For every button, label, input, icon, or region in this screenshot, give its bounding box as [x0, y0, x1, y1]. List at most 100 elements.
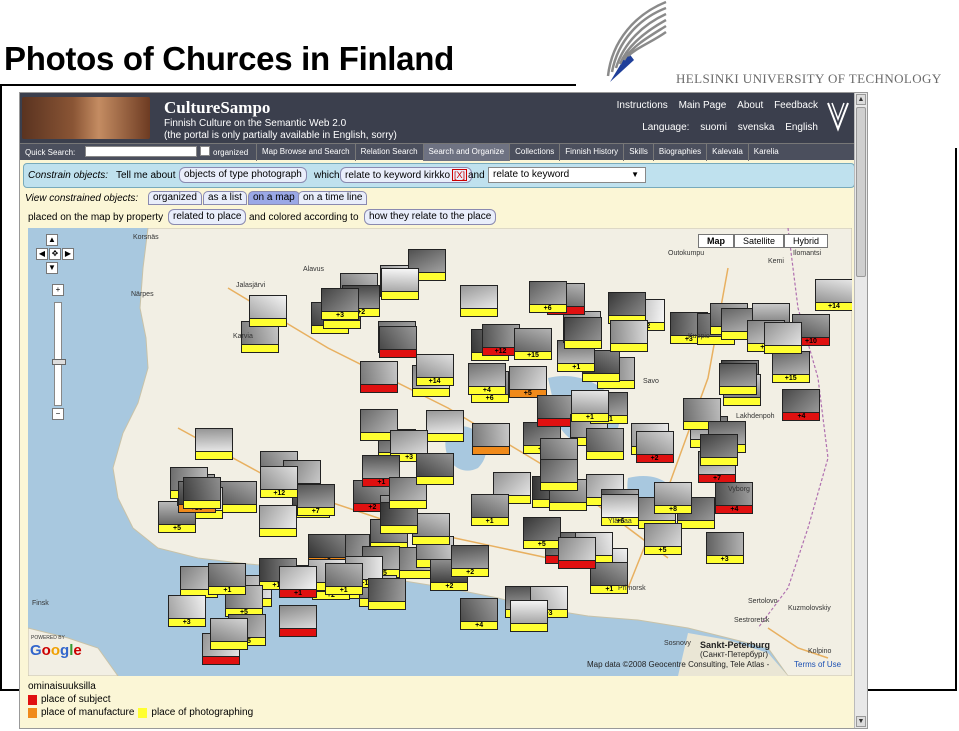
photo-marker[interactable]: [378, 326, 417, 359]
photo-marker[interactable]: [259, 505, 298, 538]
google-logo[interactable]: Google: [30, 642, 82, 659]
photo-marker[interactable]: +2: [451, 545, 490, 577]
photo-marker[interactable]: +5: [643, 522, 682, 555]
photo-marker[interactable]: [459, 285, 498, 318]
tab-collections[interactable]: Collections: [509, 144, 559, 161]
terms-of-use-link[interactable]: Terms of Use: [794, 660, 841, 669]
zoom-slider-handle[interactable]: [52, 359, 66, 365]
map-type-satellite-button[interactable]: Satellite: [734, 234, 785, 248]
tab-map-browse[interactable]: Map Browse and Search: [256, 144, 355, 161]
keyword-kirkko-pill[interactable]: relate to keyword kirkko [X]: [340, 167, 473, 183]
photo-marker[interactable]: +15: [771, 351, 810, 384]
photo-marker[interactable]: [368, 577, 407, 610]
zoom-out-icon[interactable]: −: [52, 408, 64, 420]
quick-search-input[interactable]: [85, 146, 197, 157]
tab-relation-search[interactable]: Relation Search: [354, 144, 423, 161]
link-main-page[interactable]: Main Page: [679, 100, 727, 111]
photo-marker[interactable]: +8: [653, 482, 692, 515]
photo-marker[interactable]: [610, 320, 649, 353]
photo-thumbnail: [415, 353, 454, 378]
view-tab-organized[interactable]: organized: [148, 191, 202, 205]
view-tab-time-line[interactable]: on a time line: [298, 191, 368, 205]
scroll-down-icon[interactable]: ▼: [856, 716, 866, 727]
pan-right-icon[interactable]: ▶: [62, 248, 74, 260]
photo-marker[interactable]: +1: [324, 563, 363, 596]
photo-marker[interactable]: [699, 434, 738, 467]
photo-marker[interactable]: +5: [522, 517, 561, 550]
photo-thumbnail: [764, 321, 803, 346]
photo-marker[interactable]: +1: [279, 565, 318, 598]
zoom-in-icon[interactable]: +: [52, 284, 64, 296]
link-instructions[interactable]: Instructions: [617, 100, 668, 111]
photo-marker[interactable]: [194, 428, 233, 461]
type-photograph-pill[interactable]: objects of type photograph: [179, 167, 307, 183]
map-type-hybrid-button[interactable]: Hybrid: [784, 234, 829, 248]
photo-marker[interactable]: [472, 422, 511, 455]
photo-marker[interactable]: +7: [296, 483, 335, 516]
photo-marker[interactable]: +3: [320, 287, 359, 320]
photo-marker[interactable]: +3: [705, 532, 744, 565]
tab-karelia[interactable]: Karelia: [747, 144, 784, 161]
page-scrollbar[interactable]: ▲ ▼: [854, 93, 867, 728]
link-about[interactable]: About: [737, 100, 763, 111]
photo-marker[interactable]: [359, 361, 398, 394]
tab-search-and-organize[interactable]: Search and Organize: [422, 144, 510, 161]
tab-biographies[interactable]: Biographies: [652, 144, 706, 161]
tab-finnish-history[interactable]: Finnish History: [559, 144, 623, 161]
photo-marker[interactable]: +5: [508, 366, 547, 399]
photo-marker[interactable]: +14: [814, 278, 852, 311]
photo-marker[interactable]: +6: [528, 280, 567, 313]
photo-marker[interactable]: [381, 268, 420, 301]
scroll-up-icon[interactable]: ▲: [856, 94, 866, 105]
photo-marker[interactable]: +4: [782, 388, 821, 421]
photo-marker[interactable]: [248, 294, 287, 327]
photo-marker[interactable]: [718, 363, 757, 396]
remove-keyword-button[interactable]: [X]: [452, 169, 468, 181]
link-feedback[interactable]: Feedback: [774, 100, 818, 111]
photo-marker[interactable]: +2: [635, 430, 674, 463]
photo-marker[interactable]: [416, 452, 455, 485]
tab-kalevala[interactable]: Kalevala: [706, 144, 748, 161]
property-pill[interactable]: related to place: [168, 209, 247, 225]
language-suomi[interactable]: suomi: [700, 122, 727, 133]
photo-marker[interactable]: [425, 409, 464, 442]
photo-marker[interactable]: [210, 618, 248, 651]
scrollbar-thumb[interactable]: [856, 107, 866, 277]
photo-marker[interactable]: [182, 477, 221, 510]
map-view[interactable]: +1+2+3+4+5+6+7+8+10+12+14+15+4+2+1+3+1+2…: [28, 228, 852, 676]
photo-marker[interactable]: +3: [167, 594, 206, 627]
color-criterion-pill[interactable]: how they relate to the place: [364, 209, 497, 225]
photo-marker[interactable]: [563, 317, 602, 350]
photo-marker[interactable]: [218, 480, 257, 513]
pan-center-icon[interactable]: ✥: [49, 248, 61, 260]
photo-marker[interactable]: [509, 600, 548, 633]
pan-left-icon[interactable]: ◀: [36, 248, 48, 260]
photo-thumbnail: [814, 278, 852, 303]
organized-checkbox[interactable]: [200, 146, 210, 156]
view-tab-on-map[interactable]: on a map: [248, 191, 300, 205]
relation-select[interactable]: relate to keyword ▼: [488, 167, 646, 183]
photo-marker[interactable]: +1: [570, 389, 609, 422]
photo-marker[interactable]: +15: [514, 328, 552, 361]
zoom-slider[interactable]: [52, 302, 66, 406]
photo-marker[interactable]: [764, 321, 803, 354]
language-svenska[interactable]: svenska: [738, 122, 775, 133]
photo-marker[interactable]: [607, 291, 646, 324]
map-type-map-button[interactable]: Map: [698, 234, 734, 248]
photo-marker[interactable]: +4: [467, 363, 506, 396]
photo-marker[interactable]: +12: [260, 465, 299, 498]
photo-marker[interactable]: +4: [460, 597, 499, 630]
photo-marker[interactable]: [585, 428, 624, 461]
pan-up-icon[interactable]: ▲: [46, 234, 58, 246]
pan-down-icon[interactable]: ▼: [46, 262, 58, 274]
photo-marker[interactable]: [557, 537, 596, 570]
photo-marker[interactable]: +1: [208, 562, 247, 595]
language-english[interactable]: English: [785, 122, 818, 133]
photo-marker[interactable]: [540, 459, 579, 492]
photo-marker[interactable]: +14: [415, 353, 454, 386]
photo-marker[interactable]: +1: [470, 494, 509, 527]
photo-marker[interactable]: [278, 604, 317, 637]
tab-skills[interactable]: Skills: [623, 144, 653, 161]
view-tab-as-list[interactable]: as a list: [203, 191, 247, 205]
brand-title[interactable]: CultureSampo: [164, 98, 270, 118]
